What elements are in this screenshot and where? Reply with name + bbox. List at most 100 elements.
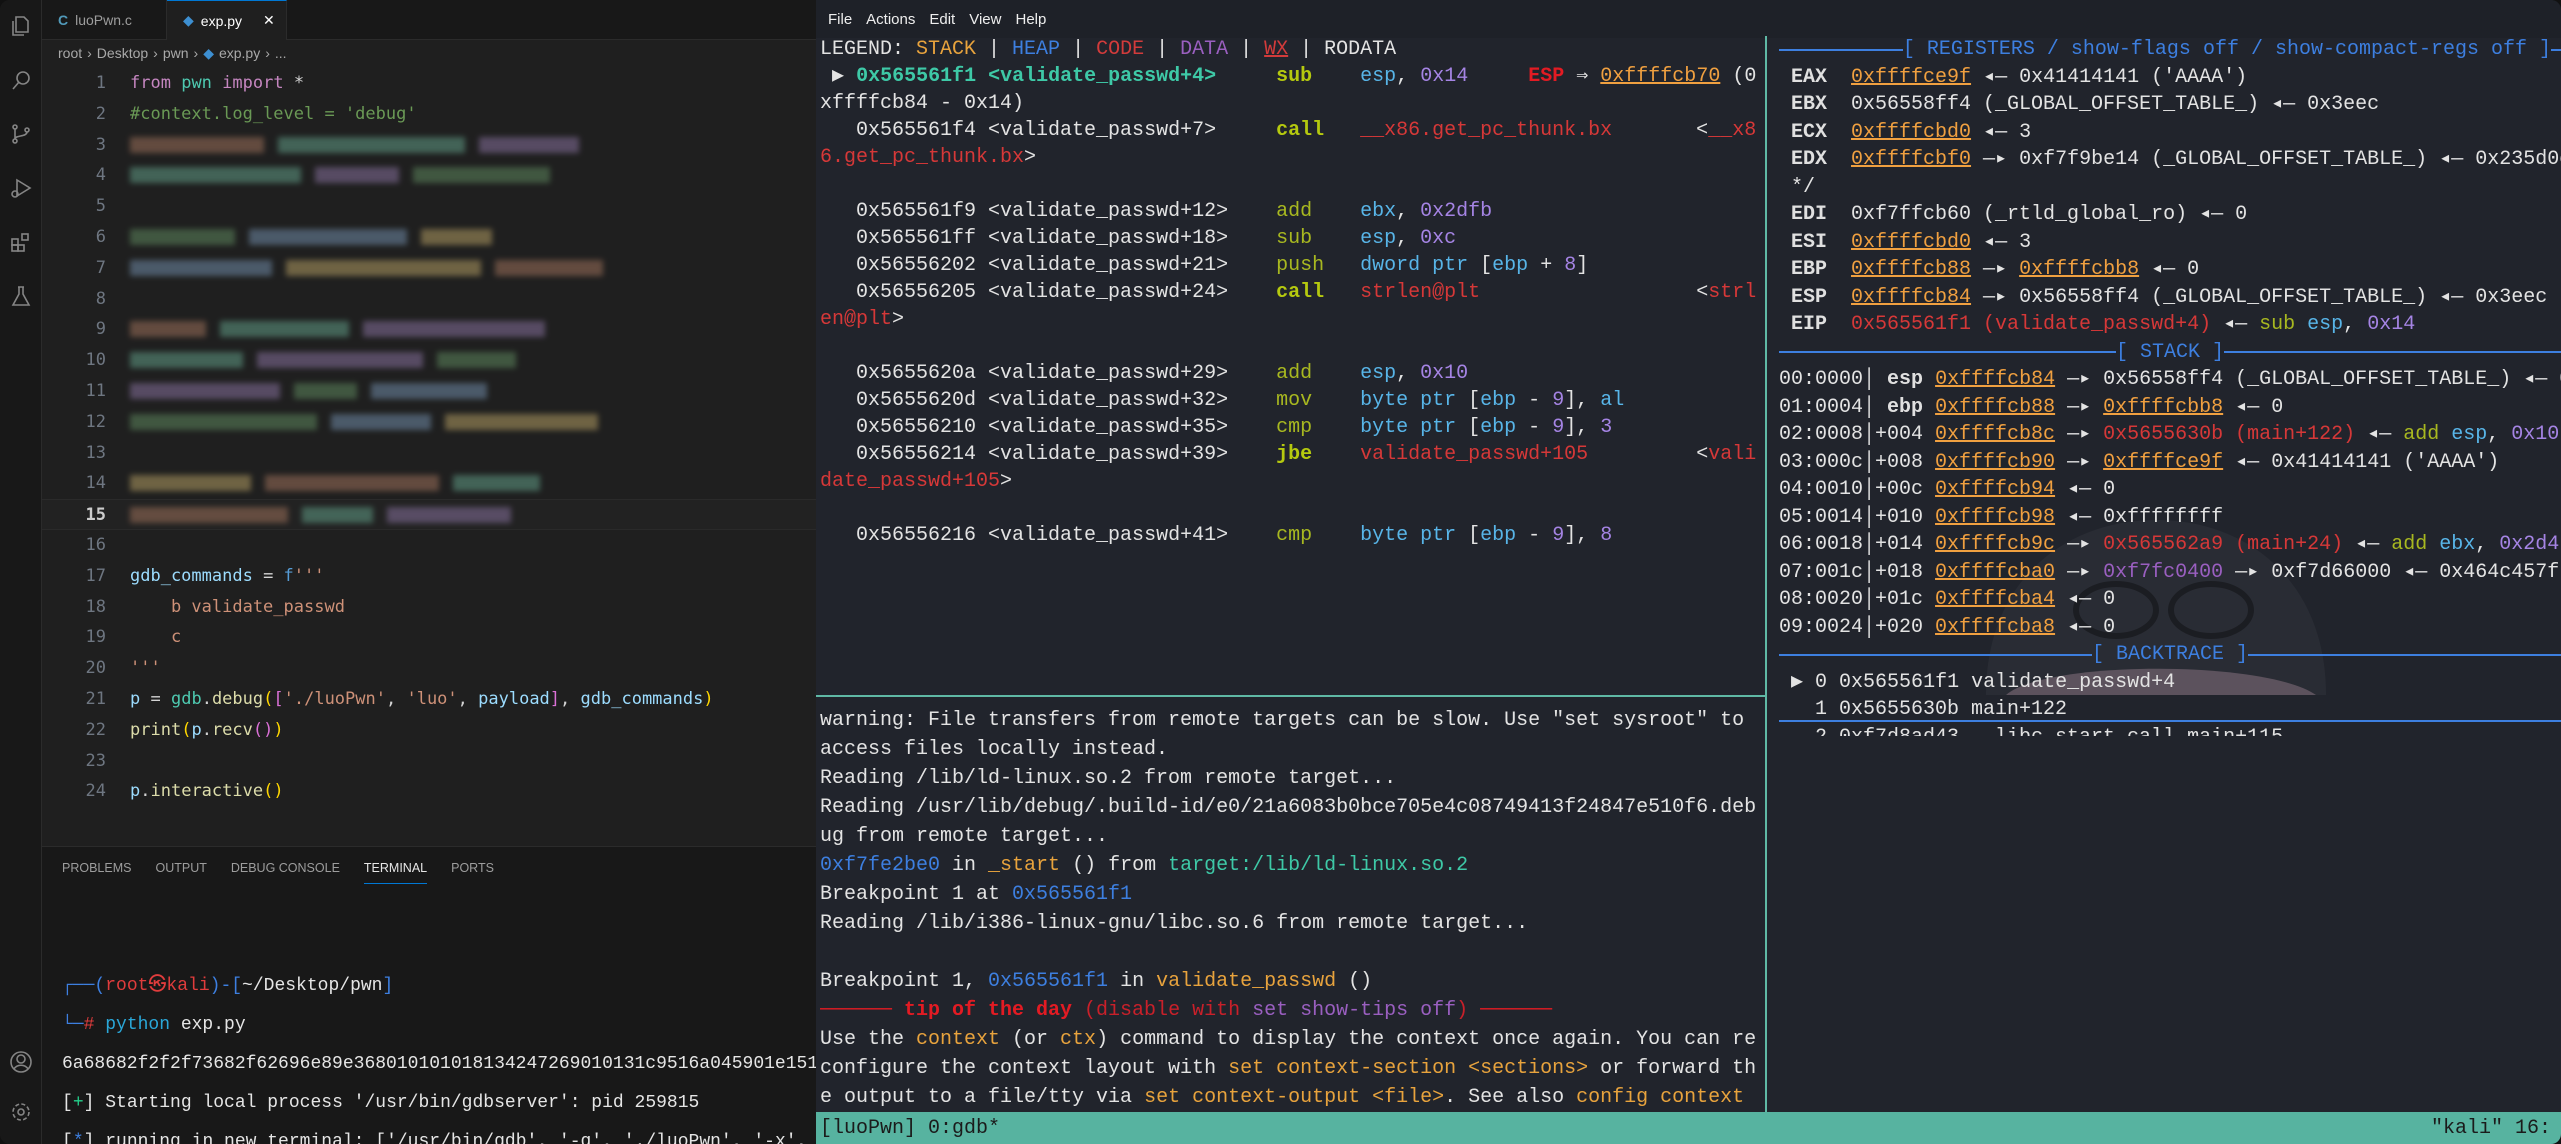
text-segment: pwn [181, 73, 212, 93]
code-line[interactable]: 8 [42, 284, 816, 315]
pane-divider-horizontal[interactable] [816, 695, 1765, 697]
blurred-code [220, 321, 349, 338]
text-segment: ] running in new terminal: ['/usr/bin/gd… [83, 1132, 808, 1144]
testing-icon[interactable] [9, 284, 33, 308]
disasm-line: 0x56556210 <validate_passwd+35> cmp byte… [820, 414, 1765, 441]
text-segment: call [1276, 281, 1325, 304]
panel-tab-terminal[interactable]: TERMINAL [363, 861, 428, 884]
text-segment: ebx [1360, 200, 1397, 223]
code-line[interactable]: 6 [42, 222, 816, 253]
text-segment: Breakpoint 1 at [820, 883, 1013, 906]
breadcrumb-item[interactable]: Desktop [97, 45, 148, 61]
code-line[interactable]: 9 [42, 314, 816, 345]
register-row: EBP 0xffffcb88 —▸ 0xffffcbb8 ◂— 0 [1779, 256, 2561, 284]
code-line[interactable]: 21 p = gdb. debug(['./luoPwn', 'luo', payl… [42, 684, 816, 715]
code-line[interactable]: 17 gdb_commands = f ''' [42, 561, 816, 592]
panel-tab-debug-console[interactable]: DEBUG CONSOLE [231, 861, 340, 884]
code-line[interactable]: 14 [42, 468, 816, 499]
extensions-icon[interactable] [9, 230, 33, 254]
settings-gear-icon[interactable] [9, 1100, 33, 1124]
text-segment: esp [2451, 423, 2488, 446]
text-segment: */ [1779, 175, 1816, 199]
text-segment: context [916, 1028, 1001, 1051]
terminal-output[interactable]: ┌──(root㉿kali)-[~/Desktop/pwn] └─# python… [62, 967, 816, 1144]
blurred-code [286, 259, 481, 276]
text-segment: 0xc [1420, 227, 1457, 250]
line-number: 10 [85, 350, 106, 371]
run-debug-icon[interactable] [9, 176, 33, 200]
stack-row: 03:000c│+008 0xffffcb90 —▸ 0xffffce9f ◂—… [1779, 449, 2561, 477]
close-icon[interactable]: ✕ [263, 12, 275, 29]
tmux-window-label[interactable]: [luoPwn] 0:gdb* [820, 1117, 1000, 1140]
breadcrumb-item[interactable]: exp.py [219, 45, 260, 61]
text-segment: add [2403, 423, 2440, 446]
text-segment: ) [703, 688, 714, 709]
line-number: 3 [95, 134, 106, 155]
menu-actions[interactable]: Actions [866, 11, 915, 28]
tab-luopwn-c[interactable]: C luoPwn.c [42, 0, 167, 40]
menu-help[interactable]: Help [1015, 11, 1046, 28]
menu-edit[interactable]: Edit [929, 11, 955, 28]
code-line[interactable]: 10 [42, 345, 816, 376]
code-line[interactable]: 23 [42, 746, 816, 777]
panel-tab-ports[interactable]: PORTS [451, 861, 494, 884]
text-segment: c [130, 627, 182, 648]
register-row: ESP 0xffffcb84 —▸ 0x56558ff4 (_GLOBAL_OF… [1779, 284, 2561, 312]
code-line[interactable]: 3 [42, 130, 816, 161]
breadcrumb-item[interactable]: ... [275, 45, 287, 61]
code-line[interactable]: 20 ''' [42, 653, 816, 684]
text-segment: call [1276, 119, 1325, 142]
text-segment [1312, 200, 1360, 223]
gdb-console[interactable]: warning: File transfers from remote targ… [820, 706, 1768, 1110]
code-line[interactable]: 1 from pwn import * [42, 68, 816, 99]
menu-file[interactable]: File [828, 11, 852, 28]
text-segment: ┌──( [62, 976, 106, 996]
code-line[interactable]: 4 [42, 160, 816, 191]
line-number: 24 [85, 781, 106, 802]
code-line[interactable]: 16 [42, 530, 816, 561]
text-segment [2295, 313, 2307, 336]
breadcrumb-item[interactable]: pwn [163, 45, 189, 61]
search-icon[interactable] [9, 68, 33, 92]
text-segment: Reading /lib/ld-linux.so.2 from remote t… [820, 767, 1397, 790]
text-segment: 0x14 [1420, 65, 1469, 88]
text-segment: 0xffffcb98 [1935, 505, 2056, 529]
tab-exp-py[interactable]: ◆ exp.py ✕ [167, 0, 287, 40]
panel-tab-output[interactable]: OUTPUT [155, 861, 206, 884]
text-segment: 0x2dfb [1420, 200, 1493, 223]
text-segment [1312, 524, 1360, 547]
breadcrumb-item[interactable]: root [58, 45, 82, 61]
code-line[interactable]: 18 b validate_passwd [42, 592, 816, 623]
code-editor[interactable]: 1 from pwn import * 2 #context.log_level = … [42, 68, 816, 828]
code-line[interactable]: 7 [42, 253, 816, 284]
text-segment: jbe [1276, 443, 1313, 466]
text-segment: sub [2259, 313, 2296, 336]
code-line[interactable]: 22 print(p. recv()) [42, 715, 816, 746]
terminal-line: └─# python exp.py [62, 1006, 816, 1045]
text-segment: ''' [130, 658, 161, 679]
text-segment: —▸ [2055, 423, 2104, 446]
code-line[interactable]: 13 [42, 438, 816, 469]
text-segment: ◂— [2355, 423, 2404, 446]
text-segment: —▸ 0xf7d66000 ◂— 0x464c457f [2223, 560, 2560, 584]
code-line[interactable]: 12 [42, 407, 816, 438]
text-segment: ctx [1060, 1028, 1097, 1051]
code-line[interactable]: 15 [42, 499, 816, 530]
source-control-icon[interactable] [9, 122, 33, 146]
text-segment: ], [1564, 416, 1601, 439]
code-line[interactable]: 2 #context.log_level = 'debug' [42, 99, 816, 130]
blurred-code [130, 413, 317, 430]
text-segment: - [1516, 389, 1553, 412]
code-line[interactable]: 19 c [42, 622, 816, 653]
line-number: 19 [85, 627, 106, 648]
menu-view[interactable]: View [969, 11, 1001, 28]
text-segment: ESP [1779, 285, 1852, 309]
explorer-icon[interactable] [9, 14, 33, 38]
text-segment: ◂— 0 [2055, 615, 2116, 639]
panel-tab-problems[interactable]: PROBLEMS [62, 861, 131, 884]
code-line[interactable]: 5 [42, 191, 816, 222]
text-segment [1923, 368, 1935, 391]
code-line[interactable]: 11 [42, 376, 816, 407]
account-icon[interactable] [9, 1050, 33, 1074]
code-line[interactable]: 24 p. interactive() [42, 776, 816, 807]
